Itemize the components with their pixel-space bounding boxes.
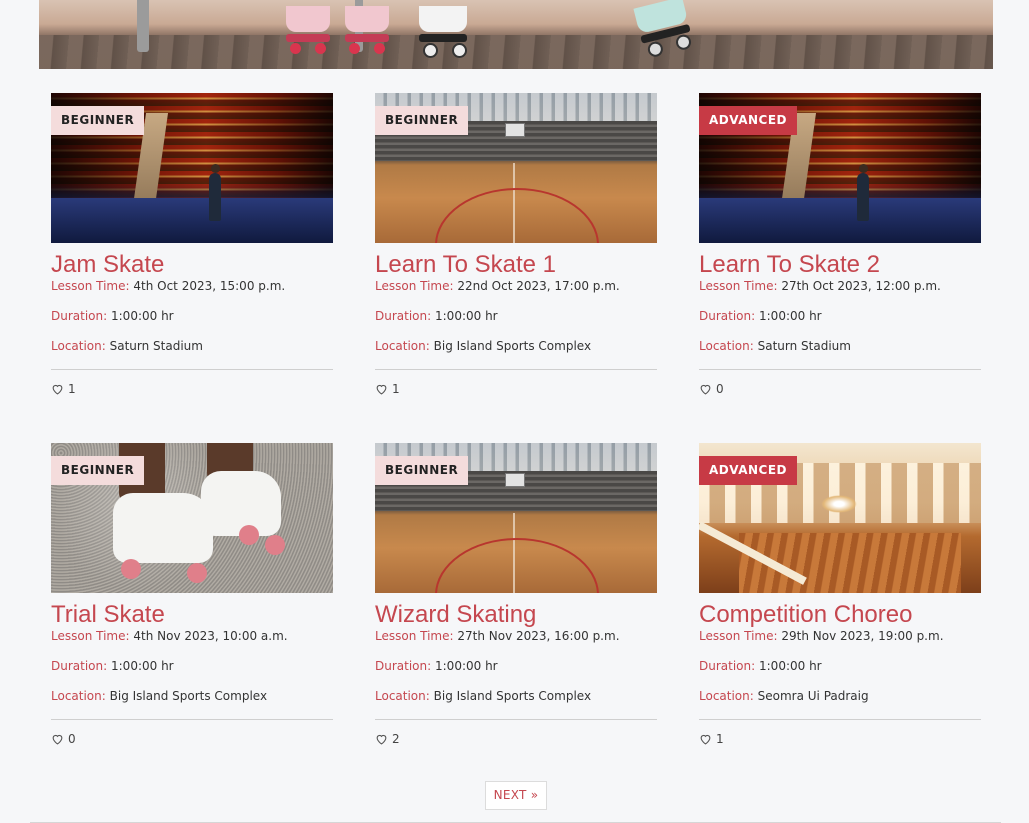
like-count: 0 (68, 732, 76, 746)
lesson-card[interactable]: BEGINNER Wizard Skating Lesson Time: 27t… (375, 443, 657, 748)
lesson-location: Location: Saturn Stadium (699, 339, 851, 353)
lesson-time: Lesson Time: 27th Oct 2023, 12:00 p.m. (699, 279, 941, 293)
pink-skate (286, 6, 330, 54)
lesson-duration: Duration: 1:00:00 hr (51, 659, 174, 673)
heart-outline-icon[interactable] (51, 733, 64, 745)
heart-outline-icon[interactable] (699, 733, 712, 745)
lesson-time: Lesson Time: 27th Nov 2023, 16:00 p.m. (375, 629, 620, 643)
lesson-location: Location: Big Island Sports Complex (375, 339, 592, 353)
lesson-duration: Duration: 1:00:00 hr (51, 309, 174, 323)
lesson-thumbnail[interactable]: ADVANCED (699, 443, 981, 593)
heart-outline-icon[interactable] (51, 383, 64, 395)
like-count: 1 (68, 382, 76, 396)
like-button[interactable]: 2 (375, 730, 657, 748)
divider (51, 719, 333, 720)
lesson-duration: Duration: 1:00:00 hr (699, 659, 822, 673)
like-button[interactable]: 1 (375, 380, 657, 398)
divider (375, 369, 657, 370)
heart-outline-icon[interactable] (699, 383, 712, 395)
lesson-time: Lesson Time: 4th Nov 2023, 10:00 a.m. (51, 629, 288, 643)
lesson-time: Lesson Time: 29th Nov 2023, 19:00 p.m. (699, 629, 944, 643)
hero-banner-image (39, 0, 993, 69)
lesson-duration: Duration: 1:00:00 hr (375, 309, 498, 323)
lesson-duration: Duration: 1:00:00 hr (699, 309, 822, 323)
boardwalk (39, 35, 993, 69)
lesson-card[interactable]: ADVANCED Competition Choreo Lesson Time:… (699, 443, 981, 748)
divider (375, 719, 657, 720)
like-button[interactable]: 0 (699, 380, 981, 398)
lesson-title[interactable]: Jam Skate (51, 251, 333, 279)
lesson-location: Location: Seomra Ui Padraig (699, 689, 869, 703)
like-count: 0 (716, 382, 724, 396)
lesson-location: Location: Big Island Sports Complex (375, 689, 592, 703)
like-count: 1 (392, 382, 400, 396)
level-badge: ADVANCED (699, 106, 798, 135)
lesson-title[interactable]: Trial Skate (51, 601, 333, 629)
lesson-thumbnail[interactable]: BEGINNER (375, 93, 657, 243)
like-button[interactable]: 1 (51, 380, 333, 398)
heart-outline-icon[interactable] (375, 733, 388, 745)
lesson-thumbnail[interactable]: BEGINNER (375, 443, 657, 593)
level-badge: BEGINNER (51, 456, 145, 485)
lesson-time: Lesson Time: 4th Oct 2023, 15:00 p.m. (51, 279, 286, 293)
like-button[interactable]: 0 (51, 730, 333, 748)
lesson-card[interactable]: BEGINNER Jam Skate Lesson Time: 4th Oct … (51, 93, 333, 398)
lesson-title[interactable]: Wizard Skating (375, 601, 657, 629)
like-button[interactable]: 1 (699, 730, 981, 748)
lesson-title[interactable]: Learn To Skate 2 (699, 251, 981, 279)
lesson-thumbnail[interactable]: BEGINNER (51, 93, 333, 243)
level-badge: BEGINNER (51, 106, 145, 135)
level-badge: ADVANCED (699, 456, 798, 485)
lesson-title[interactable]: Competition Choreo (699, 601, 981, 629)
lesson-card[interactable]: BEGINNER Trial Skate Lesson Time: 4th No… (51, 443, 333, 748)
divider (699, 719, 981, 720)
pole (137, 0, 149, 52)
heart-outline-icon[interactable] (375, 383, 388, 395)
next-page-button[interactable]: NEXT » (485, 781, 547, 810)
pink-skate (345, 6, 389, 54)
lesson-location: Location: Big Island Sports Complex (51, 689, 268, 703)
lesson-thumbnail[interactable]: ADVANCED (699, 93, 981, 243)
like-count: 2 (392, 732, 400, 746)
lesson-title[interactable]: Learn To Skate 1 (375, 251, 657, 279)
level-badge: BEGINNER (375, 456, 469, 485)
lesson-time: Lesson Time: 22nd Oct 2023, 17:00 p.m. (375, 279, 620, 293)
divider (51, 369, 333, 370)
lesson-thumbnail[interactable]: BEGINNER (51, 443, 333, 593)
lesson-duration: Duration: 1:00:00 hr (375, 659, 498, 673)
white-skate (419, 6, 467, 58)
divider (699, 369, 981, 370)
level-badge: BEGINNER (375, 106, 469, 135)
lesson-card[interactable]: ADVANCED Learn To Skate 2 Lesson Time: 2… (699, 93, 981, 398)
like-count: 1 (716, 732, 724, 746)
lesson-location: Location: Saturn Stadium (51, 339, 203, 353)
lesson-card[interactable]: BEGINNER Learn To Skate 1 Lesson Time: 2… (375, 93, 657, 398)
